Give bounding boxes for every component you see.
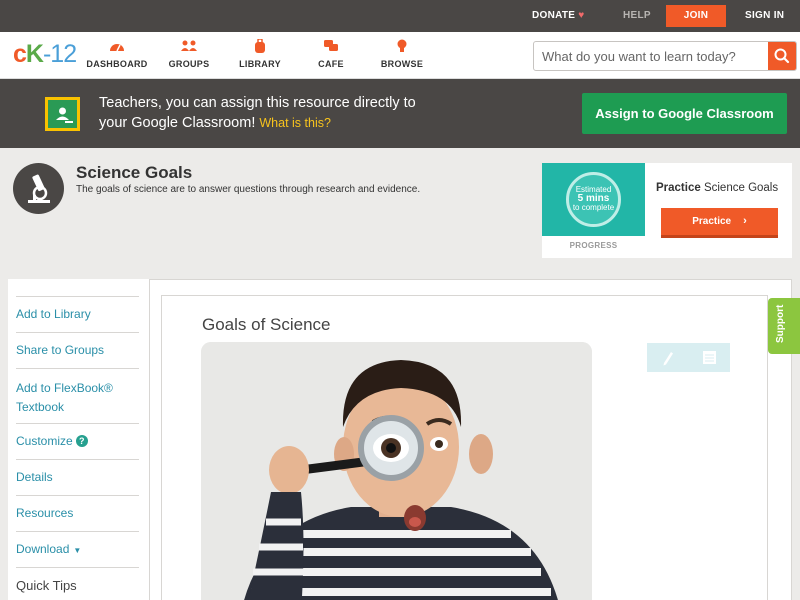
concept-description: The goals of science are to answer quest… xyxy=(76,184,421,195)
article-title: Goals of Science xyxy=(202,315,331,334)
join-button[interactable]: JOIN xyxy=(666,5,726,27)
pencil-icon xyxy=(663,352,673,366)
cafe-chat-icon xyxy=(324,40,338,51)
search-box xyxy=(533,41,797,71)
sidebar-item-add-to-flexbook[interactable]: Add to FlexBook® Textbook xyxy=(16,368,139,423)
support-tab[interactable]: Support xyxy=(768,298,800,354)
practice-button[interactable]: Practice › xyxy=(661,208,778,238)
nav-dashboard[interactable]: DASHBOARD xyxy=(77,39,157,69)
sidebar: Add to Library Share to Groups Add to Fl… xyxy=(8,279,150,600)
boy-with-magnifying-glass-image xyxy=(201,342,592,600)
estimated-mins: 5 mins xyxy=(577,193,610,204)
chevron-right-icon: › xyxy=(743,215,747,227)
nav-groups[interactable]: GROUPS xyxy=(149,39,229,69)
help-link[interactable]: HELP xyxy=(623,0,651,32)
microscope-icon xyxy=(13,163,64,214)
sidebar-item-label: Add to FlexBook® Textbook xyxy=(16,381,113,414)
google-classroom-icon xyxy=(45,97,80,131)
what-is-this-link[interactable]: What is this? xyxy=(259,116,331,130)
notes-icon xyxy=(703,351,716,364)
heart-icon: ♥ xyxy=(578,10,585,21)
practice-heading: Practice Science Goals xyxy=(656,182,778,194)
article-toolbar xyxy=(647,343,730,372)
ck12-logo[interactable]: cK-12 xyxy=(13,40,77,69)
sidebar-item-label: Details xyxy=(16,470,53,484)
assign-to-google-classroom-button[interactable]: Assign to Google Classroom xyxy=(582,93,787,134)
annotate-button[interactable] xyxy=(647,343,688,372)
nav-cafe-label: CAFE xyxy=(318,59,344,69)
nav-cafe[interactable]: CAFE xyxy=(291,39,371,69)
library-backpack-icon xyxy=(255,39,265,53)
estimated-time-badge: Estimated 5 mins to complete xyxy=(566,172,621,227)
nav-browse-label: BROWSE xyxy=(380,59,424,69)
sidebar-item-label: Download xyxy=(16,542,70,556)
groups-people-icon xyxy=(181,40,197,51)
search-button[interactable] xyxy=(768,42,796,70)
nav-groups-label: GROUPS xyxy=(168,59,210,69)
to-complete-label: to complete xyxy=(572,203,615,212)
sidebar-item-resources[interactable]: Resources xyxy=(16,495,139,531)
nav-dashboard-label: DASHBOARD xyxy=(86,59,148,69)
sidebar-item-label: Quick Tips xyxy=(16,578,77,593)
search-icon xyxy=(774,48,790,64)
concept-title: Science Goals xyxy=(76,163,193,182)
sidebar-item-details[interactable]: Details xyxy=(16,459,139,495)
nav-library-label: LIBRARY xyxy=(239,59,281,69)
sign-in-link[interactable]: SIGN IN xyxy=(745,0,784,32)
top-utility-bar: DONATE ♥ HELP JOIN SIGN IN xyxy=(0,0,800,32)
nav-browse[interactable]: BROWSE xyxy=(362,39,442,69)
progress-image: Estimated 5 mins to complete xyxy=(542,163,645,236)
support-label: Support xyxy=(775,304,786,343)
logo-number: -12 xyxy=(42,40,77,68)
main-nav: cK-12 DASHBOARD GROUPS LIBRARY CAFE BROW… xyxy=(0,32,800,79)
sidebar-item-label: Customize xyxy=(16,434,73,448)
browse-lightbulb-icon xyxy=(397,39,407,52)
logo-c: c xyxy=(13,40,27,68)
practice-card: Estimated 5 mins to complete PROGRESS Pr… xyxy=(542,163,792,258)
help-question-icon[interactable]: ? xyxy=(75,435,88,447)
sidebar-item-quick-tips[interactable]: Quick Tips xyxy=(16,567,139,600)
dashboard-gauge-icon xyxy=(110,44,124,52)
banner-message: Teachers, you can assign this resource d… xyxy=(99,93,439,133)
sidebar-item-label: Add to Library xyxy=(16,307,91,321)
sidebar-item-customize[interactable]: Customize? xyxy=(16,423,139,459)
sidebar-item-label: Share to Groups xyxy=(16,343,105,357)
notes-button[interactable] xyxy=(689,343,730,372)
logo-k: K xyxy=(25,40,44,68)
sidebar-item-share-to-groups[interactable]: Share to Groups xyxy=(16,332,139,368)
sidebar-item-download[interactable]: Download ▼ xyxy=(16,531,139,567)
caret-down-icon: ▼ xyxy=(73,546,82,555)
nav-library[interactable]: LIBRARY xyxy=(220,39,300,69)
sidebar-item-add-to-library[interactable]: Add to Library xyxy=(16,296,139,332)
banner-text: Teachers, you can assign this resource d… xyxy=(99,95,416,131)
sidebar-item-label: Resources xyxy=(16,506,74,520)
practice-button-label: Practice xyxy=(692,216,732,227)
practice-heading-rest: Science Goals xyxy=(700,182,779,194)
practice-heading-bold: Practice xyxy=(656,182,701,194)
donate-link[interactable]: DONATE ♥ xyxy=(532,0,585,32)
search-input[interactable] xyxy=(534,42,769,70)
donate-label: DONATE xyxy=(532,10,576,21)
progress-label: PROGRESS xyxy=(569,241,618,250)
